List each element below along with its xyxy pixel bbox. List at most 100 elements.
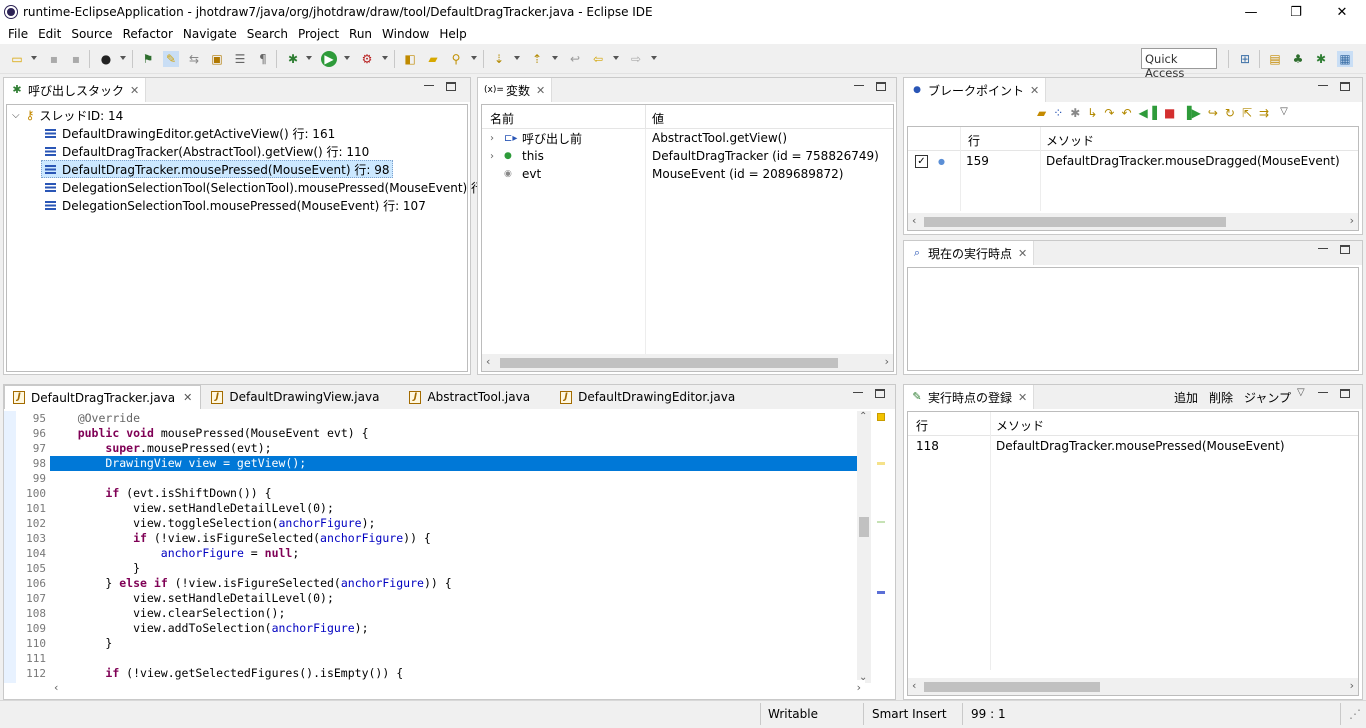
- code-line[interactable]: if (!view.isFigureSelected(anchorFigure)…: [50, 531, 865, 546]
- menu-window[interactable]: Window: [377, 27, 434, 41]
- warning-marker-icon[interactable]: [877, 413, 885, 421]
- minimize-icon[interactable]: [424, 85, 434, 87]
- delete-button[interactable]: 削除: [1209, 389, 1233, 406]
- back-icon[interactable]: ⇦: [590, 51, 606, 67]
- col-method-header[interactable]: メソッド: [1046, 132, 1094, 149]
- expand-icon[interactable]: ›: [490, 133, 504, 144]
- code-line[interactable]: view.setHandleDetailLevel(0);: [50, 501, 865, 516]
- menu-refactor[interactable]: Refactor: [118, 27, 178, 41]
- prev-annotation-dropdown-icon[interactable]: [552, 56, 558, 60]
- forward-icon[interactable]: ⇨: [628, 51, 644, 67]
- tab-variables[interactable]: (x)= 変数 ✕: [478, 78, 553, 102]
- scroll-right-icon[interactable]: ›: [1350, 679, 1354, 692]
- resource-perspective-icon[interactable]: ▤: [1267, 51, 1283, 67]
- terminate-icon[interactable]: ■: [1164, 106, 1175, 124]
- stack-frame[interactable]: DefaultDrawingEditor.getActiveView() 行: …: [45, 124, 335, 142]
- maximize-icon[interactable]: [1340, 389, 1350, 398]
- minimize-icon[interactable]: [853, 392, 863, 394]
- drop-frame-icon[interactable]: ◀▐: [1139, 106, 1157, 124]
- breakpoint-checkbox[interactable]: ✓: [915, 154, 928, 168]
- add-button[interactable]: 追加: [1174, 389, 1198, 406]
- minimize-icon[interactable]: [1318, 248, 1328, 250]
- breakpoints-hscrollbar[interactable]: ‹ ›: [908, 213, 1358, 230]
- search-icon[interactable]: ⚲: [448, 51, 464, 67]
- scroll-thumb[interactable]: [500, 358, 838, 368]
- scroll-up-icon[interactable]: ⌃: [859, 411, 867, 422]
- code-line[interactable]: } else if (!view.isFigureSelected(anchor…: [50, 576, 865, 591]
- minimize-button[interactable]: —: [1228, 0, 1274, 24]
- menu-project[interactable]: Project: [293, 27, 344, 41]
- code-line[interactable]: }: [50, 636, 865, 651]
- collapse-icon[interactable]: ⌵: [12, 110, 20, 121]
- code-line[interactable]: if (evt.isShiftDown()) {: [50, 486, 865, 501]
- col-line-header[interactable]: 行: [968, 132, 980, 149]
- thread-node[interactable]: ⌵ ⚷ スレッドID: 14: [12, 106, 123, 124]
- toggle-breakpoint-icon[interactable]: ⚑: [140, 51, 156, 67]
- editor-hscrollbar[interactable]: ‹ ›: [50, 680, 865, 697]
- next-annotation-dropdown-icon[interactable]: [514, 56, 520, 60]
- scroll-thumb[interactable]: [924, 217, 1226, 227]
- stack-frame[interactable]: DefaultDragTracker(AbstractTool).getView…: [45, 142, 369, 160]
- view-menu-icon[interactable]: ▽: [1280, 106, 1288, 124]
- scroll-right-icon[interactable]: ›: [885, 355, 889, 368]
- close-tab-icon[interactable]: ✕: [130, 84, 139, 97]
- new-dropdown-icon[interactable]: [31, 56, 37, 60]
- scroll-left-icon[interactable]: ‹: [486, 355, 490, 368]
- minimize-icon[interactable]: [1318, 392, 1328, 394]
- active-perspective-icon[interactable]: ▦: [1337, 51, 1353, 67]
- debug-dropdown-icon[interactable]: [306, 56, 312, 60]
- minimize-icon[interactable]: [854, 85, 864, 87]
- run-dropdown-icon[interactable]: [344, 56, 350, 60]
- maximize-icon[interactable]: [446, 82, 456, 91]
- back-dropdown-icon[interactable]: [613, 56, 619, 60]
- col-name-header[interactable]: 名前: [490, 110, 514, 127]
- breakpoint-row[interactable]: ✓ ● 159 DefaultDragTracker.mouseDragged(…: [915, 152, 1355, 170]
- close-button[interactable]: ✕: [1319, 0, 1365, 24]
- variables-hscrollbar[interactable]: ‹ ›: [482, 354, 893, 371]
- maximize-icon[interactable]: [876, 82, 886, 91]
- save-all-icon[interactable]: ▪: [68, 51, 84, 67]
- scroll-right-icon[interactable]: ›: [1350, 214, 1354, 227]
- stack-frame[interactable]: DelegationSelectionTool(SelectionTool).m…: [45, 178, 499, 196]
- paragraph-icon[interactable]: ¶: [255, 51, 271, 67]
- profile-icon[interactable]: ●: [98, 51, 114, 67]
- code-line[interactable]: super.mousePressed(evt);: [50, 441, 865, 456]
- skip-breakpoints-icon[interactable]: ✎: [163, 51, 179, 67]
- menu-file[interactable]: File: [3, 27, 33, 41]
- external-tools-dropdown-icon[interactable]: [382, 56, 388, 60]
- external-tools-icon[interactable]: ⚙: [359, 51, 375, 67]
- profile-dropdown-icon[interactable]: [120, 56, 126, 60]
- step-return-icon[interactable]: ↶: [1121, 106, 1131, 124]
- editor-vscrollbar[interactable]: ⌃ ⌄: [857, 411, 871, 683]
- mark-occurrences-icon[interactable]: ⇆: [186, 51, 202, 67]
- code-line[interactable]: if (!view.getSelectedFigures().isEmpty()…: [50, 666, 865, 681]
- annotation-ruler[interactable]: [4, 411, 16, 683]
- scroll-left-icon[interactable]: ‹: [54, 681, 58, 694]
- scroll-thumb[interactable]: [924, 682, 1100, 692]
- code-line[interactable]: [50, 471, 865, 486]
- debug-perspective-icon[interactable]: ✱: [1313, 51, 1329, 67]
- menu-help[interactable]: Help: [434, 27, 471, 41]
- quick-access-input[interactable]: Quick Access: [1141, 48, 1217, 80]
- code-line[interactable]: view.clearSelection();: [50, 606, 865, 621]
- show-whitespace-icon[interactable]: ☰: [232, 51, 248, 67]
- occurrence-marker[interactable]: [877, 521, 885, 523]
- close-tab-icon[interactable]: ✕: [1030, 84, 1039, 97]
- scroll-left-icon[interactable]: ‹: [912, 214, 916, 227]
- open-folder-icon[interactable]: ▰: [1037, 106, 1046, 124]
- code-line[interactable]: view.setHandleDetailLevel(0);: [50, 591, 865, 606]
- run-icon[interactable]: ▶: [321, 51, 337, 67]
- new-icon[interactable]: ▭: [9, 51, 25, 67]
- next-icon[interactable]: ⇉: [1259, 106, 1269, 124]
- menu-run[interactable]: Run: [344, 27, 377, 41]
- tab-defaultdragtracker[interactable]: J DefaultDragTracker.java ✕: [4, 385, 202, 409]
- open-folder-icon[interactable]: ▰: [425, 51, 441, 67]
- code-line[interactable]: }: [50, 561, 865, 576]
- search-dropdown-icon[interactable]: [471, 56, 477, 60]
- scroll-left-icon[interactable]: ‹: [912, 679, 916, 692]
- tab-registration[interactable]: ✎ 実行時点の登録 ✕: [904, 385, 1035, 409]
- maximize-icon[interactable]: [1340, 245, 1350, 254]
- variable-row[interactable]: › ● this DefaultDragTracker (id = 758826…: [490, 147, 890, 165]
- use-step-filters-icon[interactable]: ⇱: [1242, 106, 1252, 124]
- maximize-icon[interactable]: [875, 389, 885, 398]
